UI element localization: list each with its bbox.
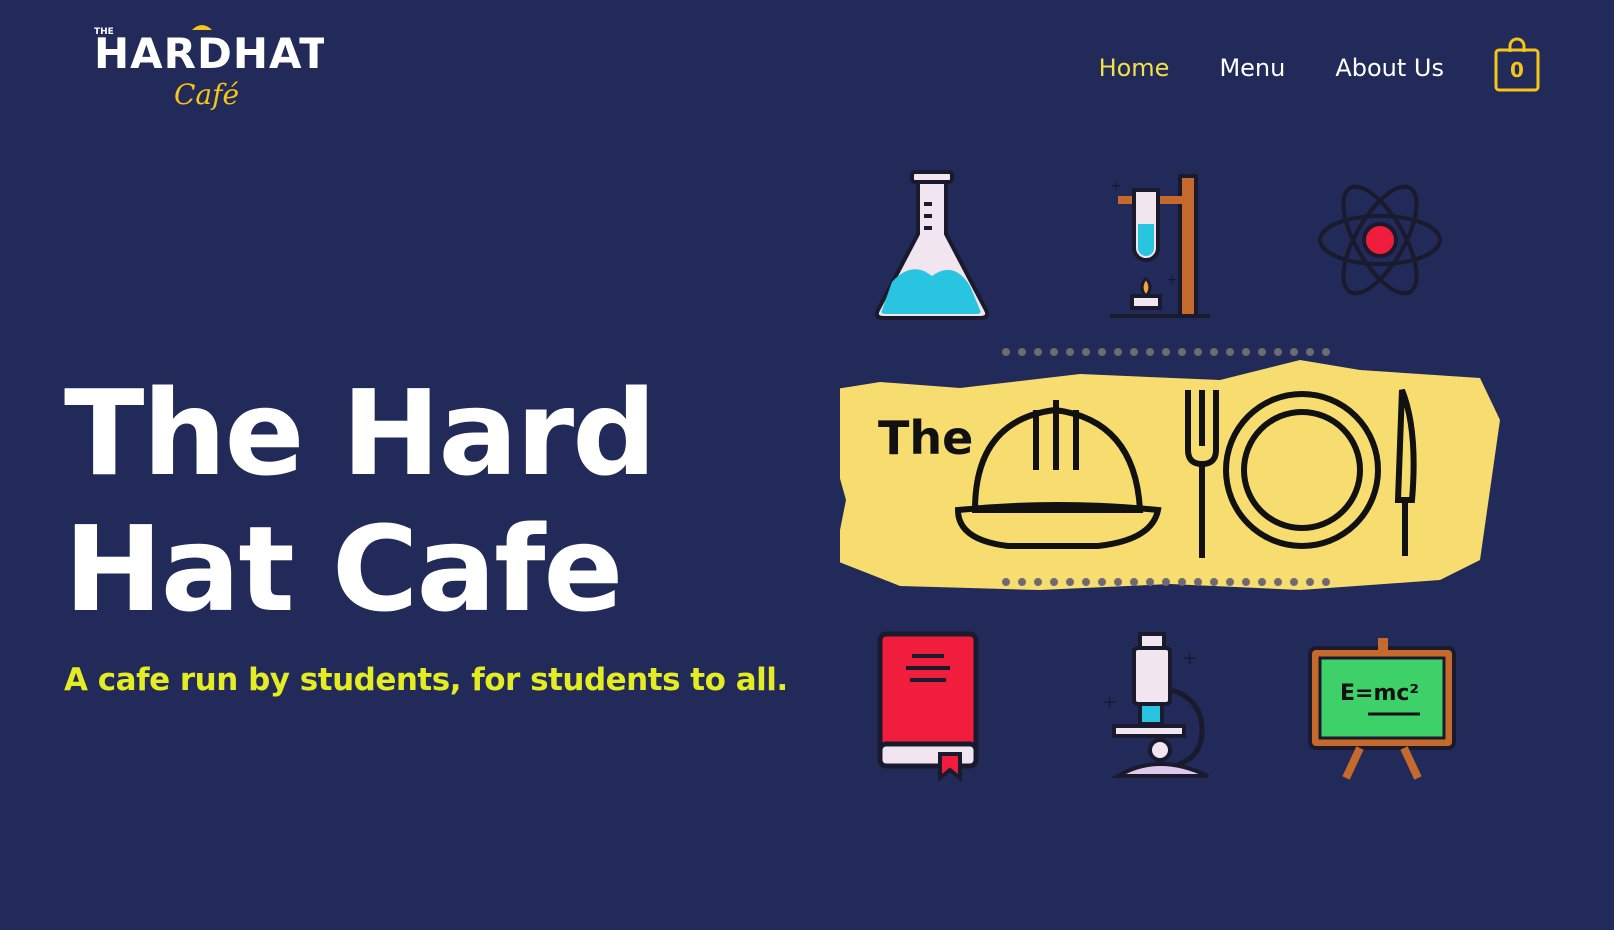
svg-text:+: + [1182,648,1197,669]
nav-home-link[interactable]: Home [1099,48,1170,88]
test-tube-stand-icon: + + [1110,174,1210,318]
cart-button[interactable]: 0 [1494,36,1540,94]
hero-illustration: + + The + + E=mc² [840,170,1500,783]
nav-menu-link[interactable]: Menu [1219,48,1285,88]
flask-icon [874,170,990,320]
logo-main-text: HARDHAT [94,29,324,78]
microscope-icon: + + [1102,632,1209,778]
book-icon [877,631,979,783]
hero-subtitle: A cafe run by students, for students to … [64,662,788,698]
cart-count: 0 [1510,58,1524,82]
board-formula: E=mc² [1340,681,1419,706]
logo[interactable]: THE HARDHAT Café [94,22,324,122]
dotted-divider-bottom [1002,578,1330,586]
nav-about-link[interactable]: About Us [1335,48,1444,88]
svg-text:+: + [1166,272,1178,288]
svg-text:+: + [1102,692,1117,713]
banner-text: The [878,411,973,465]
main-nav: Home Menu About Us [1099,48,1444,88]
svg-text:+: + [1110,178,1122,194]
dotted-divider-top [1002,348,1330,356]
page: THE HARDHAT Café Home Menu About Us 0 Th… [0,0,1614,930]
hero-title: The Hard Hat Cafe [64,365,784,637]
logo-script-text: Café [174,78,239,111]
hero-title-line-2: Hat Cafe [64,500,623,638]
hero-title-line-1: The Hard [64,364,657,502]
atom-icon [1318,184,1442,296]
chalkboard-icon: E=mc² [1308,638,1456,780]
